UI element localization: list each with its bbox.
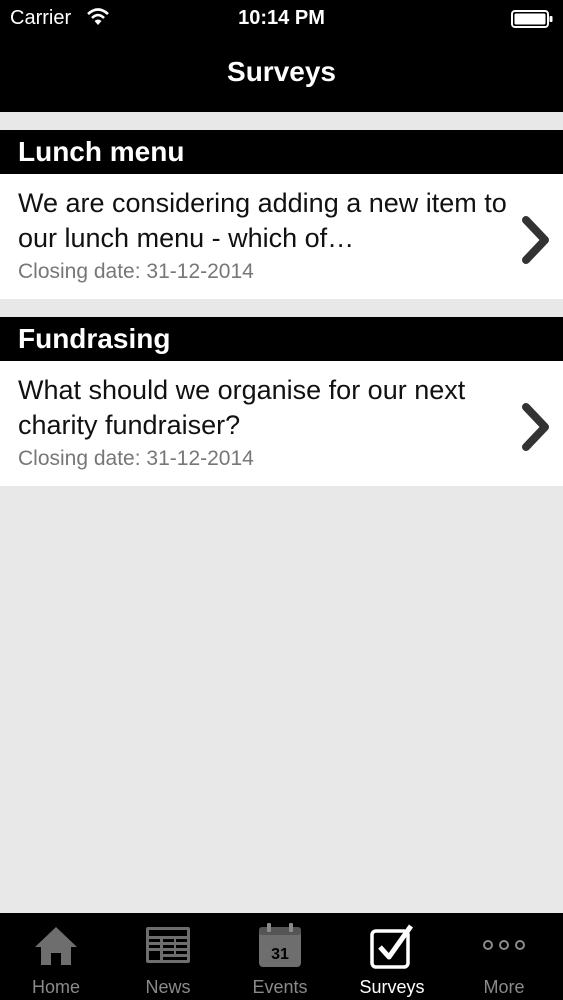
survey-question: We are considering adding a new item to … bbox=[18, 188, 507, 253]
tab-bar: Home News 31 Events Surveys More bbox=[0, 913, 563, 1000]
survey-closing-date: Closing date: 31-12-2014 bbox=[18, 447, 254, 470]
tab-home[interactable]: Home bbox=[0, 913, 112, 1000]
tab-more[interactable]: More bbox=[448, 913, 560, 1000]
news-icon bbox=[146, 927, 190, 963]
battery-icon bbox=[511, 10, 553, 28]
survey-closing-date: Closing date: 31-12-2014 bbox=[18, 260, 254, 283]
page-title: Surveys bbox=[227, 56, 336, 87]
tab-label: Events bbox=[252, 977, 308, 997]
section-header-lunch-menu: Lunch menu bbox=[0, 130, 563, 174]
tab-surveys[interactable]: Surveys bbox=[336, 913, 448, 1000]
chevron-right-icon bbox=[522, 403, 549, 451]
tab-events[interactable]: 31 Events bbox=[224, 913, 336, 1000]
chevron-right-icon bbox=[522, 216, 549, 264]
home-icon bbox=[35, 927, 77, 965]
more-icon bbox=[483, 940, 525, 950]
checkbox-icon bbox=[370, 924, 414, 969]
calendar-icon: 31 bbox=[259, 923, 301, 967]
calendar-day-text: 31 bbox=[271, 946, 289, 963]
status-bar: Carrier 10:14 PM bbox=[0, 0, 563, 38]
tab-label: Home bbox=[31, 977, 80, 997]
survey-row-lunch-menu[interactable]: We are considering adding a new item to … bbox=[0, 174, 563, 299]
tab-label: More bbox=[483, 977, 525, 997]
survey-question: What should we organise for our next cha… bbox=[18, 375, 466, 440]
tab-label: Surveys bbox=[359, 977, 425, 997]
survey-row-fundrasing[interactable]: What should we organise for our next cha… bbox=[0, 361, 563, 486]
tab-news[interactable]: News bbox=[112, 913, 224, 1000]
navigation-bar: Surveys bbox=[0, 38, 563, 112]
section-header-fundrasing: Fundrasing bbox=[0, 317, 563, 361]
status-time: 10:14 PM bbox=[238, 7, 325, 29]
tab-label: News bbox=[145, 977, 191, 997]
